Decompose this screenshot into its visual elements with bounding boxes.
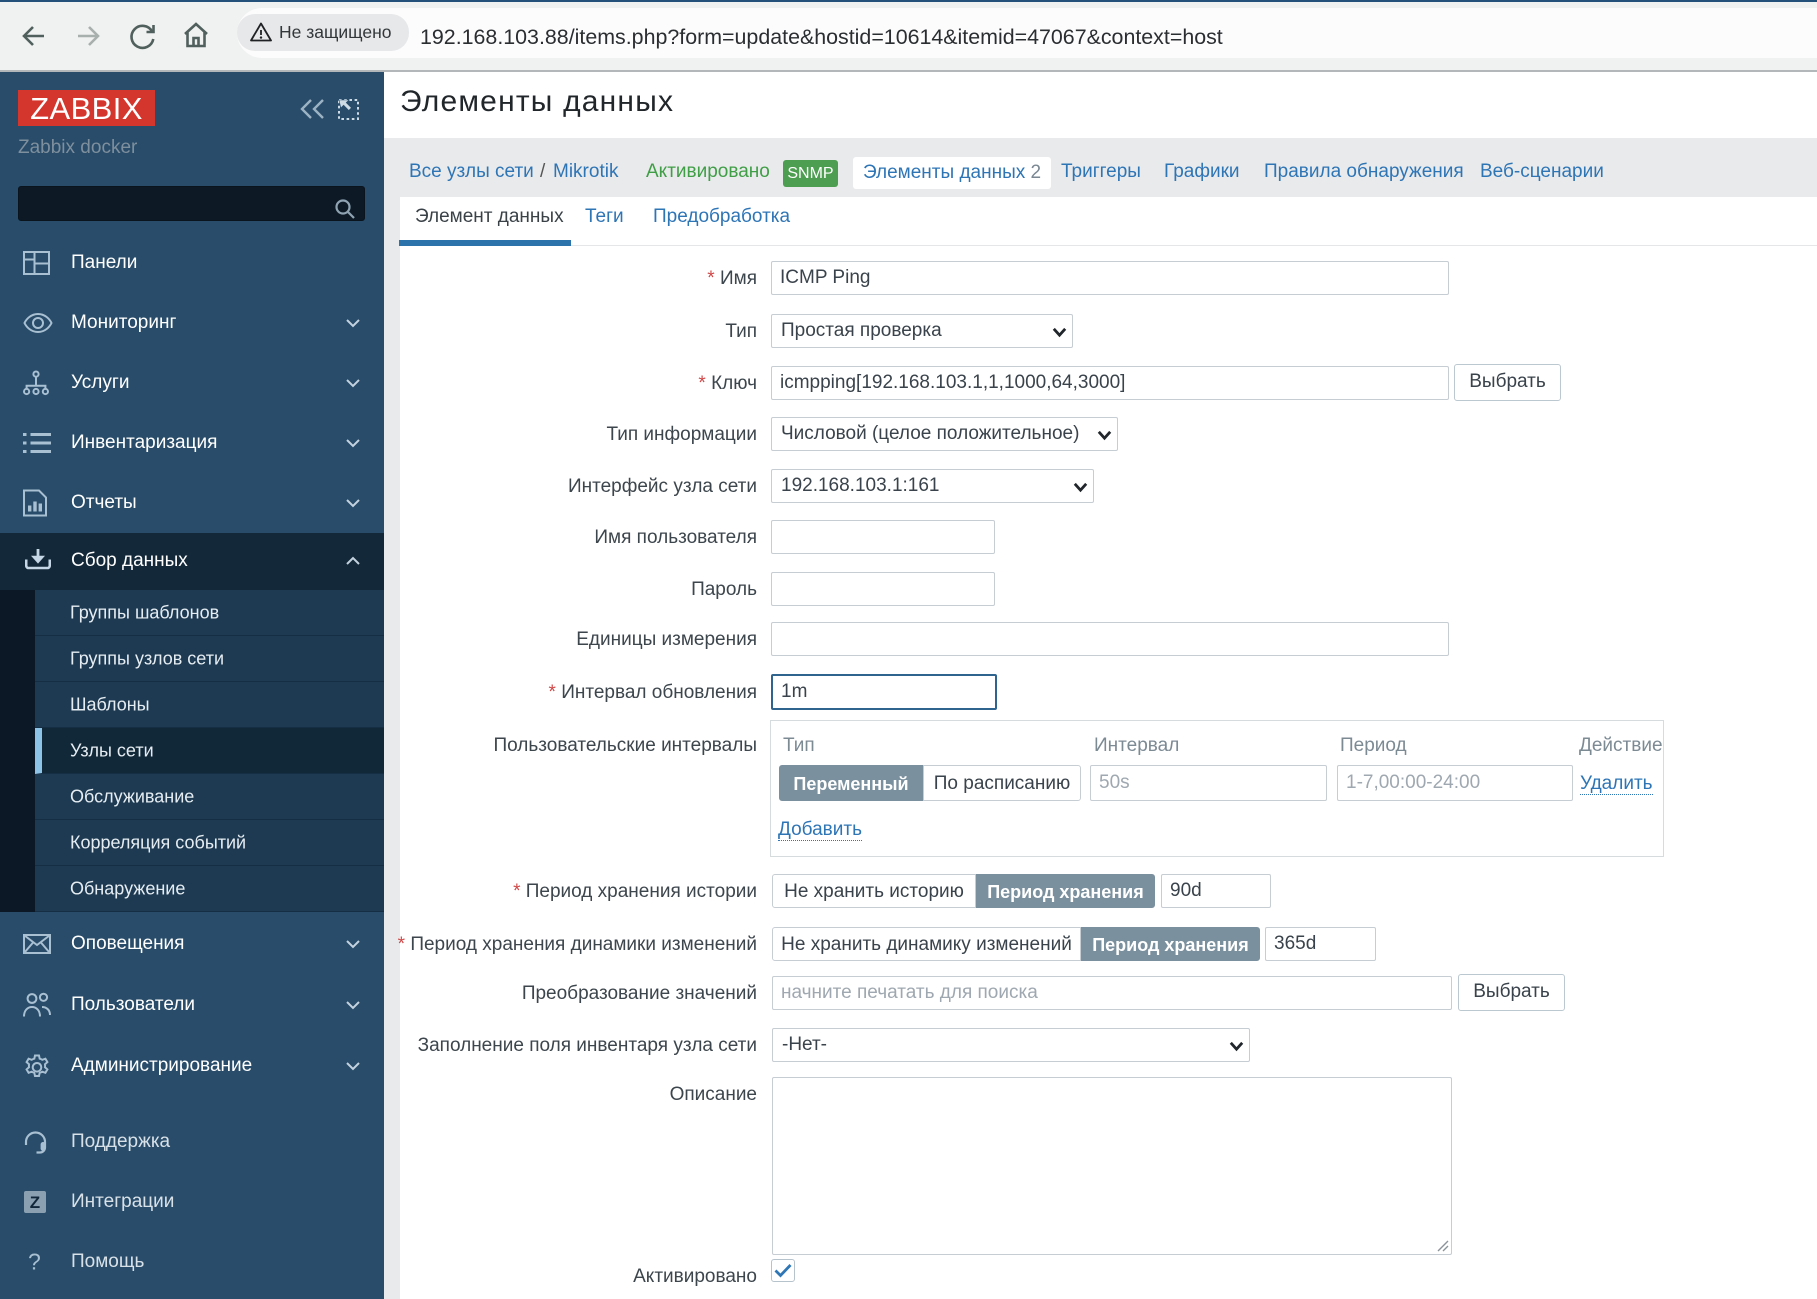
svg-text:Z: Z — [30, 1193, 40, 1212]
